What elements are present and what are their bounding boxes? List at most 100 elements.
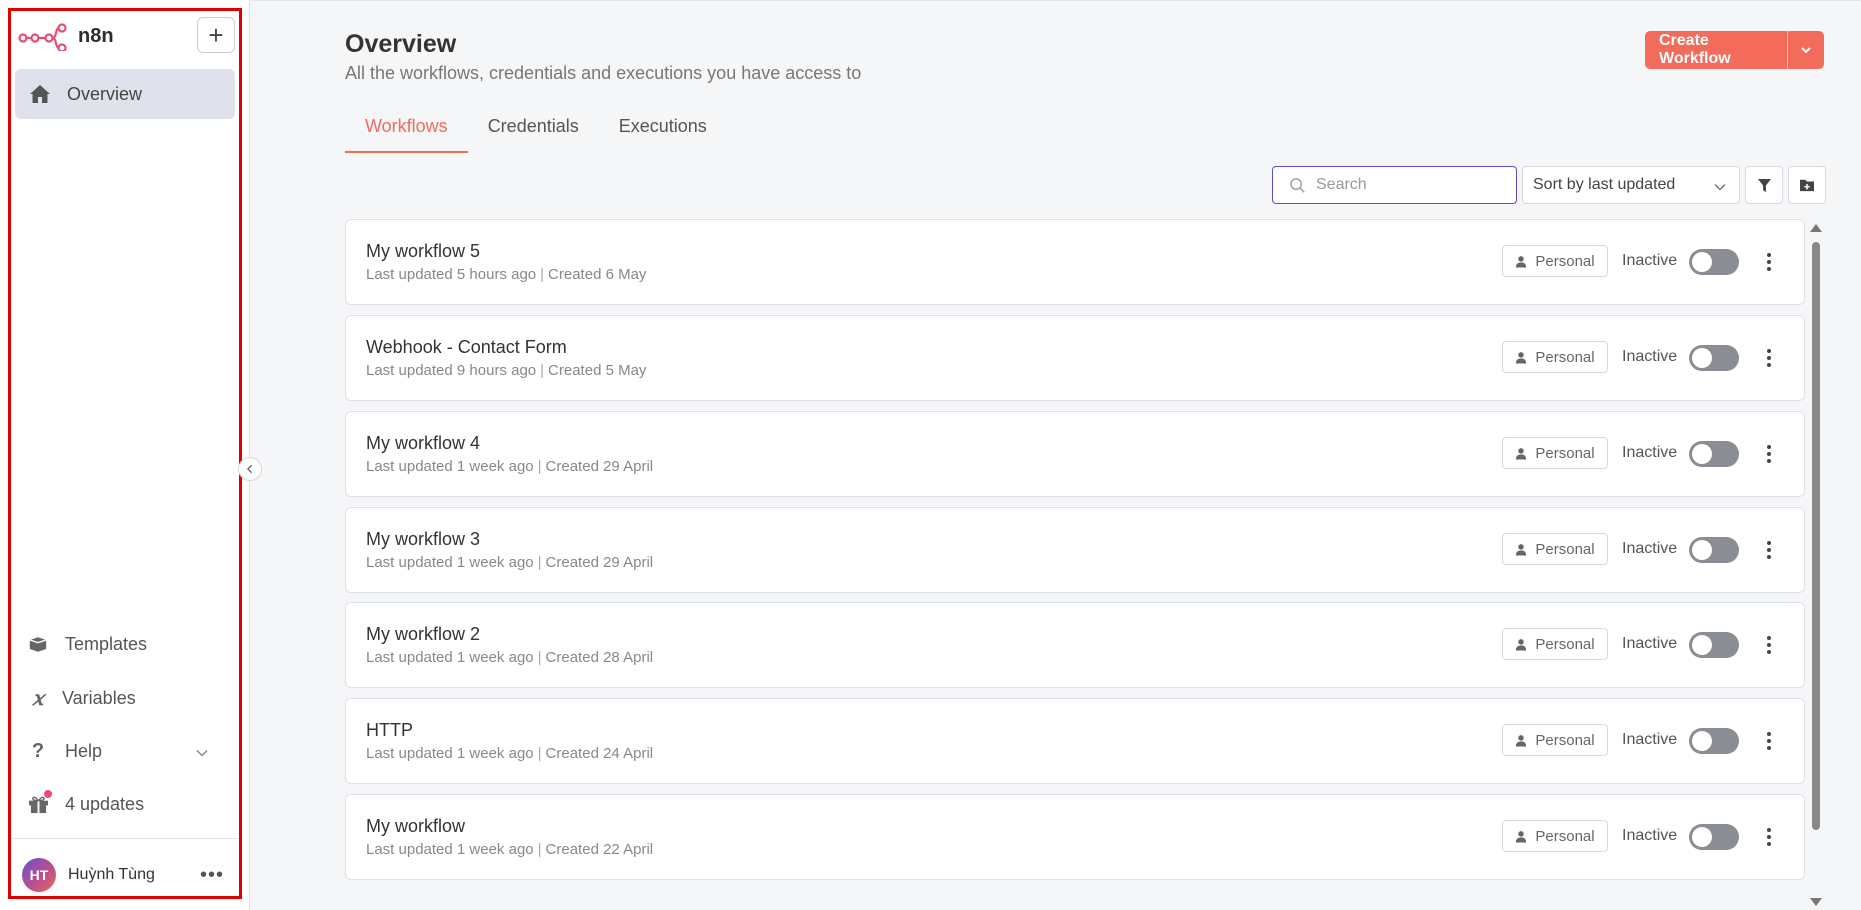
active-toggle[interactable] — [1689, 441, 1739, 467]
more-vertical-icon[interactable] — [1761, 536, 1777, 564]
workflow-title[interactable]: My workflow — [366, 816, 465, 837]
divider — [12, 838, 238, 839]
workflow-card[interactable]: My workflow 2 Last updated 1 week ago | Cre… — [345, 602, 1805, 688]
separator: | — [537, 745, 542, 762]
user-icon — [1516, 351, 1527, 363]
last-updated: Last updated 1 week ago — [366, 841, 534, 858]
sidebar-item-variables[interactable]: 𝑥 Variables — [27, 686, 136, 710]
separator: | — [537, 841, 542, 858]
more-horizontal-icon[interactable]: ••• — [200, 864, 224, 887]
created-date: Created 24 April — [545, 745, 654, 762]
workflow-meta: Last updated 1 week ago | Created 22 April — [366, 841, 653, 858]
active-toggle[interactable] — [1689, 632, 1739, 658]
create-workflow-button[interactable]: Create Workflow — [1645, 31, 1787, 69]
workflow-title[interactable]: My workflow 3 — [366, 529, 480, 550]
workflow-title[interactable]: My workflow 2 — [366, 624, 480, 645]
more-vertical-icon[interactable] — [1761, 727, 1777, 755]
last-updated: Last updated 1 week ago — [366, 458, 534, 475]
sidebar-item-updates[interactable]: 4 updates — [27, 790, 145, 815]
filter-button[interactable] — [1745, 166, 1783, 204]
owner-badge: Personal — [1502, 437, 1608, 469]
user-icon — [1516, 830, 1527, 842]
workflow-meta: Last updated 1 week ago | Created 28 April — [366, 649, 653, 666]
workflow-card[interactable]: HTTP Last updated 1 week ago | Created 24 A… — [345, 698, 1805, 784]
owner-label: Personal — [1535, 348, 1595, 366]
scrollbar-thumb[interactable] — [1812, 242, 1820, 830]
page-title: Overview — [345, 30, 457, 58]
workflow-title[interactable]: Webhook - Contact Form — [366, 337, 567, 358]
search-input[interactable] — [1316, 176, 1496, 194]
scroll-up-arrow[interactable] — [1810, 224, 1822, 232]
user-icon — [1516, 255, 1527, 267]
created-date: Created 5 May — [548, 362, 647, 379]
add-button[interactable]: + — [197, 17, 235, 53]
sidebar-item-templates[interactable]: Templates — [27, 633, 147, 655]
workflow-card[interactable]: My workflow 5 Last updated 5 hours ago | Cr… — [345, 219, 1805, 305]
workflow-title[interactable]: HTTP — [366, 720, 413, 741]
more-vertical-icon[interactable] — [1761, 631, 1777, 659]
app-logo[interactable]: n8n — [18, 18, 114, 54]
owner-badge: Personal — [1502, 245, 1608, 277]
workflow-card[interactable]: My workflow 3 Last updated 1 week ago | Cre… — [345, 507, 1805, 593]
last-updated: Last updated 5 hours ago — [366, 266, 537, 283]
sidebar-item-label: Variables — [62, 687, 136, 708]
more-vertical-icon[interactable] — [1761, 248, 1777, 276]
variable-x-icon: 𝑥 — [32, 686, 44, 710]
workflow-card[interactable]: My workflow 4 Last updated 1 week ago | Cre… — [345, 411, 1805, 497]
active-toggle[interactable] — [1689, 824, 1739, 850]
more-vertical-icon[interactable] — [1761, 440, 1777, 468]
user-profile[interactable]: HT Huỳnh Tùng — [22, 858, 155, 892]
workflow-title[interactable]: My workflow 5 — [366, 241, 480, 262]
workflow-card[interactable]: Webhook - Contact Form Last updated 9 hou… — [345, 315, 1805, 401]
page-subtitle: All the workflows, credentials and execu… — [345, 63, 862, 83]
workflow-card[interactable]: My workflow Last updated 1 week ago | Creat… — [345, 794, 1805, 880]
separator: | — [537, 554, 542, 571]
search-field[interactable] — [1272, 166, 1517, 204]
user-icon — [1516, 734, 1527, 746]
owner-badge: Personal — [1502, 724, 1608, 756]
search-icon — [1290, 177, 1305, 193]
workflow-meta: Last updated 5 hours ago | Created 6 May — [366, 266, 646, 283]
separator: | — [537, 649, 542, 666]
sidebar-item-overview[interactable]: Overview — [15, 69, 235, 119]
workflow-meta: Last updated 9 hours ago | Created 5 May — [366, 362, 646, 379]
created-date: Created 6 May — [548, 266, 647, 283]
question-icon: ? — [31, 739, 45, 762]
collapse-sidebar-button[interactable] — [238, 457, 262, 481]
sidebar-item-help[interactable]: ? Help — [27, 740, 102, 762]
box-icon — [27, 633, 49, 655]
tab-credentials[interactable]: Credentials — [468, 116, 599, 152]
last-updated: Last updated 9 hours ago — [366, 362, 537, 379]
plus-icon: + — [208, 19, 224, 50]
tab-executions[interactable]: Executions — [599, 116, 727, 152]
status-label: Inactive — [1622, 827, 1678, 844]
owner-label: Personal — [1535, 444, 1595, 462]
n8n-logo-icon — [18, 23, 67, 51]
last-updated: Last updated 1 week ago — [366, 649, 534, 666]
new-folder-button[interactable] — [1788, 166, 1826, 204]
folder-plus-icon — [1800, 179, 1814, 192]
created-date: Created 28 April — [545, 649, 654, 666]
sidebar-item-label: 4 updates — [65, 793, 145, 814]
create-workflow-button-group: Create Workflow — [1645, 31, 1824, 69]
sort-select-value: Sort by last updated — [1533, 176, 1676, 193]
tab-workflows[interactable]: Workflows — [345, 116, 468, 153]
active-toggle[interactable] — [1689, 345, 1739, 371]
active-toggle[interactable] — [1689, 728, 1739, 754]
owner-label: Personal — [1535, 252, 1595, 270]
sort-select[interactable]: Sort by last updated — [1522, 166, 1740, 204]
more-vertical-icon[interactable] — [1761, 823, 1777, 851]
chevron-down-icon[interactable] — [195, 746, 209, 760]
active-toggle[interactable] — [1689, 537, 1739, 563]
active-toggle[interactable] — [1689, 249, 1739, 275]
sidebar: n8n + Overview Templates 𝑥 Variables ? H… — [0, 0, 250, 910]
workflow-title[interactable]: My workflow 4 — [366, 433, 480, 454]
scroll-down-arrow[interactable] — [1810, 898, 1822, 906]
owner-label: Personal — [1535, 731, 1595, 749]
user-name: Huỳnh Tùng — [68, 866, 155, 883]
filter-icon — [1757, 178, 1771, 192]
workflow-meta: Last updated 1 week ago | Created 24 April — [366, 745, 653, 762]
workflow-meta: Last updated 1 week ago | Created 29 April — [366, 458, 653, 475]
more-vertical-icon[interactable] — [1761, 344, 1777, 372]
create-options-dropdown[interactable] — [1787, 31, 1824, 69]
